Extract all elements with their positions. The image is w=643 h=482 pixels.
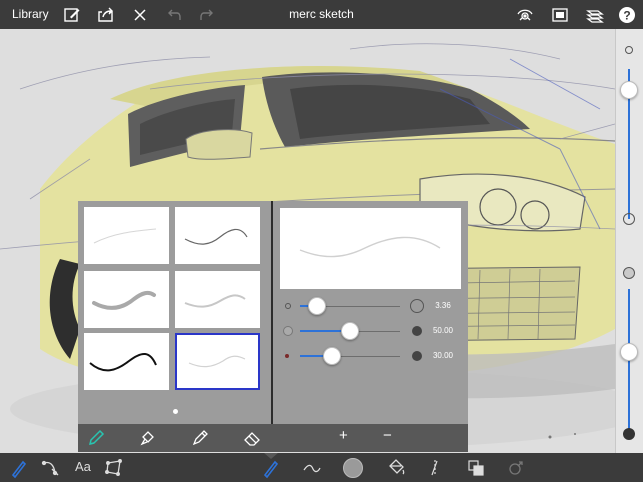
layer-copy-icon[interactable] xyxy=(465,457,487,479)
transform-icon[interactable] xyxy=(505,457,527,479)
page-indicator-dot[interactable] xyxy=(173,409,178,414)
max-opacity-icon xyxy=(412,326,422,336)
brush-preset-1[interactable] xyxy=(84,207,169,264)
brush-editor-popover: 3.36 50.00 30.00 + − xyxy=(78,201,468,452)
size-slider-row: 3.36 xyxy=(273,296,468,316)
opacity-slider-row: 50.00 xyxy=(273,321,468,341)
size-slider-knob[interactable] xyxy=(620,81,638,99)
brush-preset-3[interactable] xyxy=(84,271,169,328)
help-icon[interactable]: ? xyxy=(617,5,637,25)
max-softness-icon xyxy=(412,351,422,361)
size-value: 3.36 xyxy=(435,301,451,310)
brush-preset-4[interactable] xyxy=(175,271,260,328)
size-knob[interactable] xyxy=(308,297,326,315)
active-brush-icon[interactable] xyxy=(260,457,282,479)
add-brush-button[interactable]: + xyxy=(339,427,348,444)
softness-knob[interactable] xyxy=(323,347,341,365)
shape-tool-icon[interactable] xyxy=(103,457,125,479)
large-size-indicator-icon xyxy=(623,213,635,225)
brush-preset-6-selected[interactable] xyxy=(175,333,260,390)
min-size-icon xyxy=(285,303,291,309)
brush-settings: 3.36 50.00 30.00 xyxy=(273,201,468,424)
curve-tool-icon[interactable] xyxy=(40,457,62,479)
bottom-toolbar: Aa xyxy=(0,453,643,482)
document-title: merc sketch xyxy=(289,7,354,21)
brush-preview xyxy=(280,208,461,289)
min-opacity-icon xyxy=(283,326,293,336)
brush-preset-grid xyxy=(78,201,271,424)
eraser-icon[interactable] xyxy=(242,428,262,448)
marker-icon[interactable] xyxy=(137,428,157,448)
layers-icon[interactable] xyxy=(585,5,605,25)
popover-toolbar: + − xyxy=(78,424,468,452)
symmetry-icon[interactable] xyxy=(424,457,446,479)
pencil-icon[interactable] xyxy=(86,428,106,448)
right-slider-panel xyxy=(615,29,643,453)
text-tool-button[interactable]: Aa xyxy=(75,459,91,474)
full-opacity-indicator-icon xyxy=(623,428,635,440)
stroke-style-icon[interactable] xyxy=(301,457,323,479)
canvas-icon[interactable] xyxy=(550,5,570,25)
svg-text:?: ? xyxy=(623,9,630,23)
top-toolbar: Library merc sketch ? xyxy=(0,0,643,29)
remove-brush-button[interactable]: − xyxy=(383,427,392,444)
color-picker-swatch[interactable] xyxy=(343,458,363,478)
softness-value: 30.00 xyxy=(432,351,454,360)
brush-preset-2[interactable] xyxy=(175,207,260,264)
max-size-icon xyxy=(410,299,424,313)
visibility-icon[interactable] xyxy=(515,5,535,25)
small-size-indicator-icon xyxy=(625,46,633,54)
opacity-slider-knob[interactable] xyxy=(620,343,638,361)
low-opacity-indicator-icon xyxy=(623,267,635,279)
opacity-value: 50.00 xyxy=(432,326,454,335)
pen-icon[interactable] xyxy=(190,428,210,448)
brush-preset-5[interactable] xyxy=(84,333,169,390)
min-softness-icon xyxy=(285,354,289,358)
brush-tool-icon[interactable] xyxy=(8,457,30,479)
fill-bucket-icon[interactable] xyxy=(385,457,407,479)
opacity-knob[interactable] xyxy=(341,322,359,340)
softness-slider-row: 30.00 xyxy=(273,346,468,366)
